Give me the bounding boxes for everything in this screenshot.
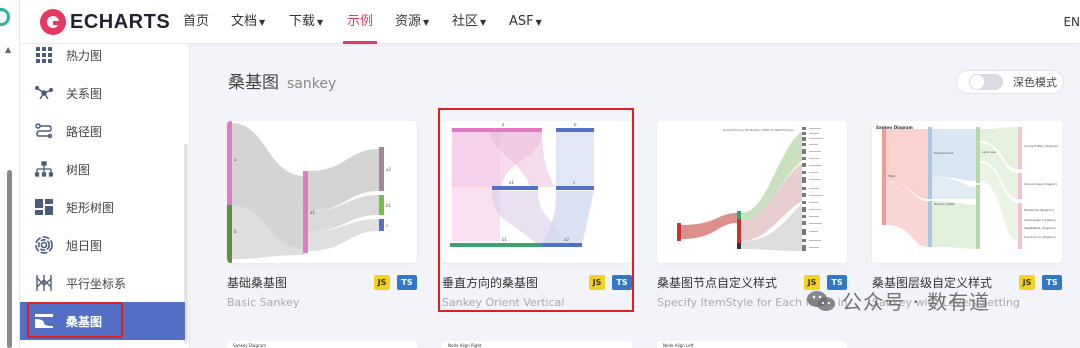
- svg-text:Human rights: Human rights: [934, 202, 955, 206]
- card-subtitle: Basic Sankey: [227, 296, 300, 309]
- echarts-logo[interactable]: ECHARTS: [40, 8, 170, 36]
- heatmap-icon: [34, 45, 54, 65]
- svg-text:c: c: [386, 223, 388, 228]
- sidebar-item-label: 矩形树图: [66, 200, 115, 215]
- example-card-sankey-vertical[interactable]: a b a1 c b1 a2 垂直方向的桑基图 Sankey Orient Ve…: [442, 121, 632, 309]
- svg-text:b1: b1: [502, 237, 508, 242]
- svg-text:a2: a2: [386, 167, 391, 172]
- example-thumbnail[interactable]: Gross Primary Production (GPP) to Net Pr…: [657, 121, 847, 263]
- sidebar-item-label: 桑基图: [66, 314, 103, 329]
- example-thumbnail[interactable]: Sankey Diagram Total Environment Human r…: [872, 121, 1062, 263]
- chevron-down-icon: ▼: [423, 18, 430, 27]
- dark-mode-label: 深色模式: [1013, 76, 1057, 89]
- watermark: 公众号 · 数有道: [806, 286, 990, 315]
- graph-icon: [34, 83, 54, 103]
- svg-text:Total: Total: [887, 174, 895, 178]
- sidebar: 热力图 关系图 路径图 树图 矩形树图 旭日图 平行坐标系 桑基图: [20, 44, 190, 348]
- logo-mark-icon: [40, 9, 66, 35]
- sidebar-item-treemap[interactable]: 矩形树图: [20, 192, 185, 222]
- example-card-node-itemstyle[interactable]: Gross Primary Production (GPP) to Net Pr…: [657, 121, 847, 309]
- svg-text:Coconut oil (Organic): Coconut oil (Organic): [1024, 235, 1056, 239]
- sidebar-item-label: 树图: [66, 162, 91, 177]
- sankey-icon: [34, 311, 54, 331]
- dark-mode-toggle[interactable]: 深色模式: [956, 70, 1064, 94]
- scrollbar-thumb[interactable]: [7, 170, 12, 348]
- svg-text:Vegetables (Organic): Vegetables (Organic): [1024, 226, 1056, 230]
- scroll-up-icon[interactable]: ▲: [5, 45, 11, 54]
- page-subtitle: sankey: [287, 76, 337, 92]
- svg-text:Gross Primary Production (GPP): Gross Primary Production (GPP) to Net Pr…: [723, 128, 795, 132]
- nav-item-docs[interactable]: 文档 ▼: [231, 0, 265, 44]
- top-navigation: ECHARTS 首页 文档 ▼ 下载 ▼ 示例 资源 ▼ 社区 ▼ ASF ▼ EN: [20, 0, 1080, 44]
- sidebar-item-label: 平行坐标系: [66, 276, 127, 291]
- nav-item-home[interactable]: 首页: [183, 0, 209, 44]
- svg-text:Hazelnuts (Organic): Hazelnuts (Organic): [1024, 208, 1054, 212]
- sidebar-item-label: 旭日图: [66, 238, 103, 253]
- nav-item-download[interactable]: 下载 ▼: [289, 0, 323, 44]
- svg-text:a: a: [502, 122, 505, 127]
- svg-text:Cocoa mass (Organic): Cocoa mass (Organic): [1024, 182, 1057, 186]
- tree-icon: [34, 159, 54, 179]
- svg-text:a2: a2: [564, 237, 569, 242]
- chevron-down-icon: ▼: [480, 18, 487, 27]
- sidebar-item-label: 热力图: [66, 48, 103, 63]
- sidebar-item-heatmap[interactable]: 热力图: [20, 40, 185, 70]
- sidebar-item-sankey[interactable]: 桑基图: [20, 302, 185, 340]
- sidebar-item-label: 路径图: [66, 124, 103, 139]
- sidebar-item-sunburst[interactable]: 旭日图: [20, 230, 185, 260]
- wechat-icon: [807, 290, 835, 311]
- js-badge[interactable]: JS: [374, 275, 390, 290]
- nav-item-resources[interactable]: 资源 ▼: [395, 0, 429, 44]
- example-thumbnail[interactable]: a b a1 c b1 a2: [442, 121, 632, 263]
- svg-text:a1: a1: [509, 180, 514, 185]
- left-edge-strip: ▲: [0, 0, 20, 348]
- sidebar-item-parallel[interactable]: 平行坐标系: [20, 268, 185, 298]
- ts-badge[interactable]: TS: [612, 275, 632, 290]
- sunburst-icon: [34, 235, 54, 255]
- svg-text:Land use: Land use: [982, 150, 996, 154]
- svg-text:Cane sugar (Organic): Cane sugar (Organic): [1024, 218, 1056, 222]
- svg-text:b: b: [574, 122, 577, 127]
- chevron-down-icon: ▼: [317, 18, 324, 27]
- sidebar-item-tree[interactable]: 树图: [20, 154, 185, 184]
- toggle-switch[interactable]: [969, 74, 1003, 90]
- svg-text:Cocoa butter (Organic): Cocoa butter (Organic): [1024, 144, 1058, 148]
- example-card-row2-1[interactable]: Sankey Diagram: [227, 341, 417, 348]
- svg-text:c: c: [573, 180, 575, 185]
- js-badge[interactable]: JS: [1019, 275, 1035, 290]
- svg-text:a1: a1: [310, 210, 315, 215]
- nav-item-asf[interactable]: ASF ▼: [509, 0, 542, 44]
- watermark-text: 公众号 · 数有道: [842, 290, 991, 314]
- chevron-down-icon: ▼: [259, 18, 266, 27]
- example-thumbnail[interactable]: a b a1 a2 b1 c: [227, 121, 417, 263]
- sidebar-item-graph[interactable]: 关系图: [20, 78, 185, 108]
- nav-item-examples[interactable]: 示例: [342, 0, 378, 44]
- js-badge[interactable]: JS: [589, 275, 605, 290]
- sidebar-item-label: 关系图: [66, 86, 103, 101]
- chevron-down-icon: ▼: [535, 18, 542, 27]
- app-circle-icon: [0, 8, 10, 26]
- example-card-row2-3[interactable]: Node Align Left: [657, 341, 847, 348]
- svg-text:Environment: Environment: [934, 151, 954, 155]
- sidebar-item-lines[interactable]: 路径图: [20, 116, 185, 146]
- svg-text:b1: b1: [386, 203, 392, 208]
- example-card-row2-2[interactable]: Node Align Right: [442, 341, 632, 348]
- language-switch[interactable]: EN: [1063, 0, 1080, 44]
- parallel-icon: [34, 273, 54, 293]
- ts-badge[interactable]: TS: [397, 275, 417, 290]
- treemap-icon: [34, 197, 54, 217]
- logo-text: ECHARTS: [70, 10, 171, 33]
- example-card-sankey-levels[interactable]: Sankey Diagram Total Environment Human r…: [872, 121, 1062, 309]
- nav-item-community[interactable]: 社区 ▼: [452, 0, 486, 44]
- example-card-basic-sankey[interactable]: a b a1 a2 b1 c 基础桑基图 Basic Sankey JS TS: [227, 121, 417, 309]
- page-title: 桑基图 sankey: [228, 73, 337, 93]
- card-subtitle: Sankey Orient Vertical: [442, 296, 565, 309]
- ts-badge[interactable]: TS: [1042, 275, 1062, 290]
- lines-icon: [34, 121, 54, 141]
